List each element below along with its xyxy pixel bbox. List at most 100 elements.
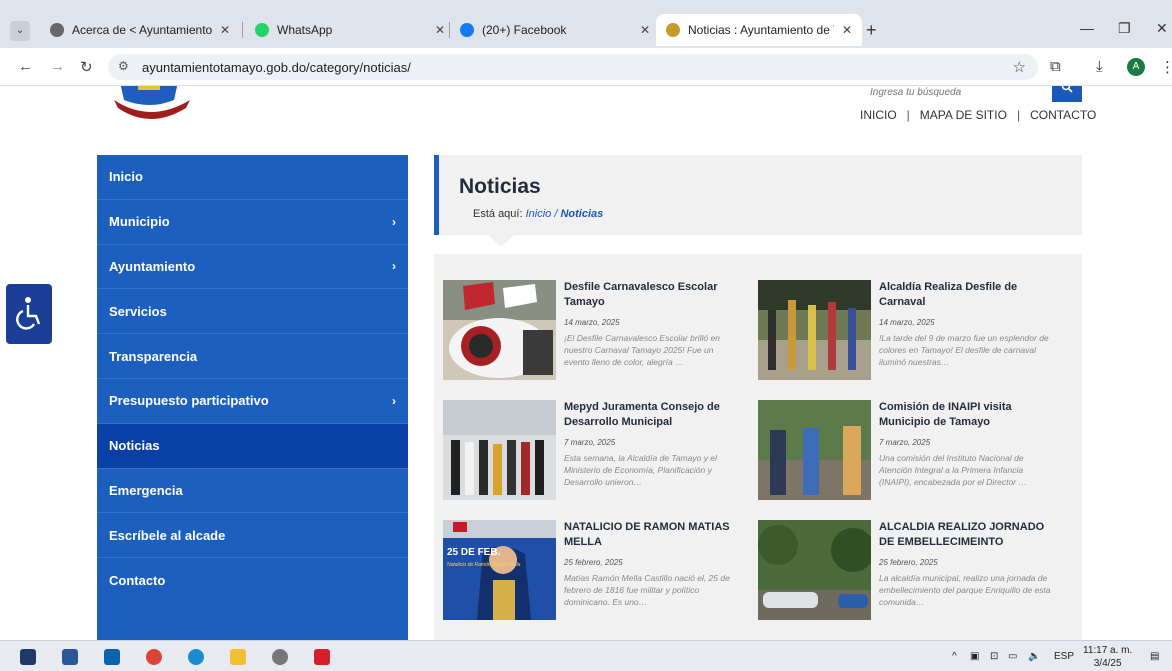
restore-icon[interactable]: ❐ <box>1118 20 1131 37</box>
bookmark-star-icon[interactable]: ☆ <box>1013 58 1026 76</box>
outlook-icon[interactable] <box>104 649 120 665</box>
settings-gear-icon[interactable] <box>272 649 288 665</box>
sidebar-item-escribele[interactable]: Escríbele al alcade <box>97 513 408 559</box>
url-text[interactable]: ayuntamientotamayo.gob.do/category/notic… <box>142 60 411 75</box>
tab-separator <box>242 22 243 38</box>
facebook-icon <box>460 23 474 37</box>
news-thumbnail[interactable]: 25 DE FEB. Natalicio de Ramón Matías Mel… <box>443 520 556 620</box>
nav-mapa-de-sitio[interactable]: MAPA DE SITIO <box>920 108 1007 122</box>
chevron-right-icon: › <box>392 393 396 408</box>
news-card[interactable]: 25 DE FEB. Natalicio de Ramón Matías Mel… <box>443 520 743 625</box>
nav-inicio[interactable]: INICIO <box>860 108 897 122</box>
site-favicon-icon <box>666 23 680 37</box>
notifications-icon[interactable]: ▤ <box>1150 651 1159 662</box>
title-pointer <box>488 235 514 247</box>
news-card[interactable]: Desfile Carnavalesco Escolar Tamayo 14 m… <box>443 280 743 385</box>
globe-icon <box>50 23 64 37</box>
nav-separator: | <box>906 108 910 122</box>
windows-taskbar: ^ ▣ ⊡ ▭ 🔈 ESP 11:17 a. m. 3/4/25 ▤ <box>0 640 1172 671</box>
search-button[interactable] <box>1052 86 1082 102</box>
page-title: Noticias <box>459 175 541 198</box>
search-input[interactable] <box>860 86 1050 100</box>
news-thumbnail[interactable] <box>758 280 871 380</box>
municipal-logo[interactable] <box>110 86 196 126</box>
news-title-link[interactable]: ALCALDIA REALIZO JORNADO DE EMBELLECIMEI… <box>879 520 1049 550</box>
news-title-link[interactable]: Mepyd Juramenta Consejo de Desarrollo Mu… <box>564 400 734 430</box>
news-title-link[interactable]: Desfile Carnavalesco Escolar Tamayo <box>564 280 734 310</box>
tray-network-icon[interactable]: ⊡ <box>990 651 998 662</box>
tab-whatsapp[interactable]: WhatsApp ✕ <box>245 16 455 44</box>
accessibility-button[interactable] <box>6 284 52 344</box>
close-icon[interactable]: ✕ <box>842 23 852 37</box>
tab-noticias[interactable]: Noticias : Ayuntamiento de Tam ✕ <box>656 14 863 46</box>
close-icon[interactable]: ✕ <box>220 23 230 37</box>
word-icon[interactable] <box>62 649 78 665</box>
sidebar-item-contacto[interactable]: Contacto <box>97 558 408 603</box>
news-thumbnail[interactable] <box>443 280 556 380</box>
tab-acerca[interactable]: Acerca de < Ayuntamiento de T ✕ <box>40 16 240 44</box>
close-icon[interactable]: ✕ <box>435 23 445 37</box>
edge-icon[interactable] <box>188 649 204 665</box>
profile-avatar[interactable]: A <box>1127 58 1145 76</box>
news-date: 7 marzo, 2025 <box>879 438 931 447</box>
tray-display-icon[interactable]: ▭ <box>1008 651 1017 662</box>
address-bar[interactable]: ⚙ ayuntamientotamayo.gob.do/category/not… <box>108 54 1038 80</box>
window-close-icon[interactable]: ✕ <box>1156 20 1168 37</box>
reload-icon[interactable]: ↻ <box>80 58 93 76</box>
sidebar-item-emergencia[interactable]: Emergencia <box>97 469 408 514</box>
nav-contacto[interactable]: CONTACTO <box>1030 108 1096 122</box>
close-icon[interactable]: ✕ <box>640 23 650 37</box>
news-title-link[interactable]: NATALICIO DE RAMON MATIAS MELLA <box>564 520 734 550</box>
tray-clock[interactable]: 11:17 a. m. 3/4/25 <box>1083 644 1132 670</box>
breadcrumb: Está aquí: Inicio / Noticias <box>473 208 604 220</box>
news-excerpt: !La tarde del 9 de marzo fue un esplendo… <box>879 333 1049 367</box>
new-tab-button[interactable]: + <box>866 20 877 41</box>
sidebar-menu: Inicio Municipio › Ayuntamiento › Servicio… <box>97 155 408 640</box>
browser-toolbar: ← → ↻ ⚙ ayuntamientotamayo.gob.do/catego… <box>0 48 1172 86</box>
news-title-link[interactable]: Comisión de INAIPI visita Municipio de T… <box>879 400 1049 430</box>
back-icon[interactable]: ← <box>18 58 33 75</box>
tray-language[interactable]: ESP <box>1054 651 1074 662</box>
extensions-icon[interactable]: ⧉ <box>1050 58 1061 75</box>
breadcrumb-home-link[interactable]: Inicio <box>526 208 552 220</box>
news-excerpt: La alcaldía municipal, realizo una jorna… <box>879 573 1051 607</box>
download-icon[interactable]: ⤓ <box>1096 58 1103 75</box>
thumb-subcaption: Natalicio de Ramón Matías Mella <box>447 562 521 568</box>
sidebar-item-servicios[interactable]: Servicios <box>97 289 408 335</box>
news-date: 25 febrero, 2025 <box>564 558 623 567</box>
news-date: 25 febrero, 2025 <box>879 558 938 567</box>
tab-facebook[interactable]: (20+) Facebook ✕ <box>450 16 660 44</box>
sidebar-item-inicio[interactable]: Inicio <box>97 155 408 200</box>
windows-start-icon[interactable] <box>20 649 36 665</box>
top-navigation: INICIO | MAPA DE SITIO | CONTACTO <box>860 108 1096 122</box>
site-info-icon[interactable]: ⚙ <box>118 59 129 73</box>
tray-chevron-icon[interactable]: ^ <box>952 651 957 662</box>
sidebar-item-ayuntamiento[interactable]: Ayuntamiento › <box>97 245 408 290</box>
forward-icon[interactable]: → <box>50 58 65 75</box>
sidebar-item-noticias[interactable]: Noticias <box>97 423 408 469</box>
sidebar-item-presupuesto[interactable]: Presupuesto participativo › <box>97 379 408 424</box>
tab-search-icon[interactable]: ⌄ <box>10 21 30 41</box>
sidebar-item-transparencia[interactable]: Transparencia <box>97 334 408 379</box>
news-thumbnail[interactable] <box>758 400 871 500</box>
chevron-right-icon: › <box>392 259 396 274</box>
minimize-icon[interactable]: — <box>1080 20 1094 36</box>
news-card[interactable]: ALCALDIA REALIZO JORNADO DE EMBELLECIMEI… <box>758 520 1058 625</box>
news-card[interactable]: Comisión de INAIPI visita Municipio de T… <box>758 400 1058 505</box>
tray-volume-icon[interactable]: 🔈 <box>1028 651 1040 662</box>
news-thumbnail[interactable] <box>443 400 556 500</box>
file-explorer-icon[interactable] <box>230 649 246 665</box>
tray-app-icon[interactable]: ▣ <box>970 651 979 662</box>
search-icon <box>1061 86 1073 93</box>
news-title-link[interactable]: Alcaldía Realiza Desfile de Carnaval <box>879 280 1049 310</box>
nav-separator: | <box>1016 108 1021 122</box>
news-date: 14 marzo, 2025 <box>879 318 935 327</box>
news-thumbnail[interactable] <box>758 520 871 620</box>
news-card[interactable]: Alcaldía Realiza Desfile de Carnaval 14 … <box>758 280 1058 385</box>
news-card[interactable]: Mepyd Juramenta Consejo de Desarrollo Mu… <box>443 400 743 505</box>
sidebar-item-municipio[interactable]: Municipio › <box>97 200 408 245</box>
chrome-icon[interactable] <box>146 649 162 665</box>
news-date: 14 marzo, 2025 <box>564 318 620 327</box>
acrobat-icon[interactable] <box>314 649 330 665</box>
menu-icon[interactable]: ⋮ <box>1160 58 1172 76</box>
